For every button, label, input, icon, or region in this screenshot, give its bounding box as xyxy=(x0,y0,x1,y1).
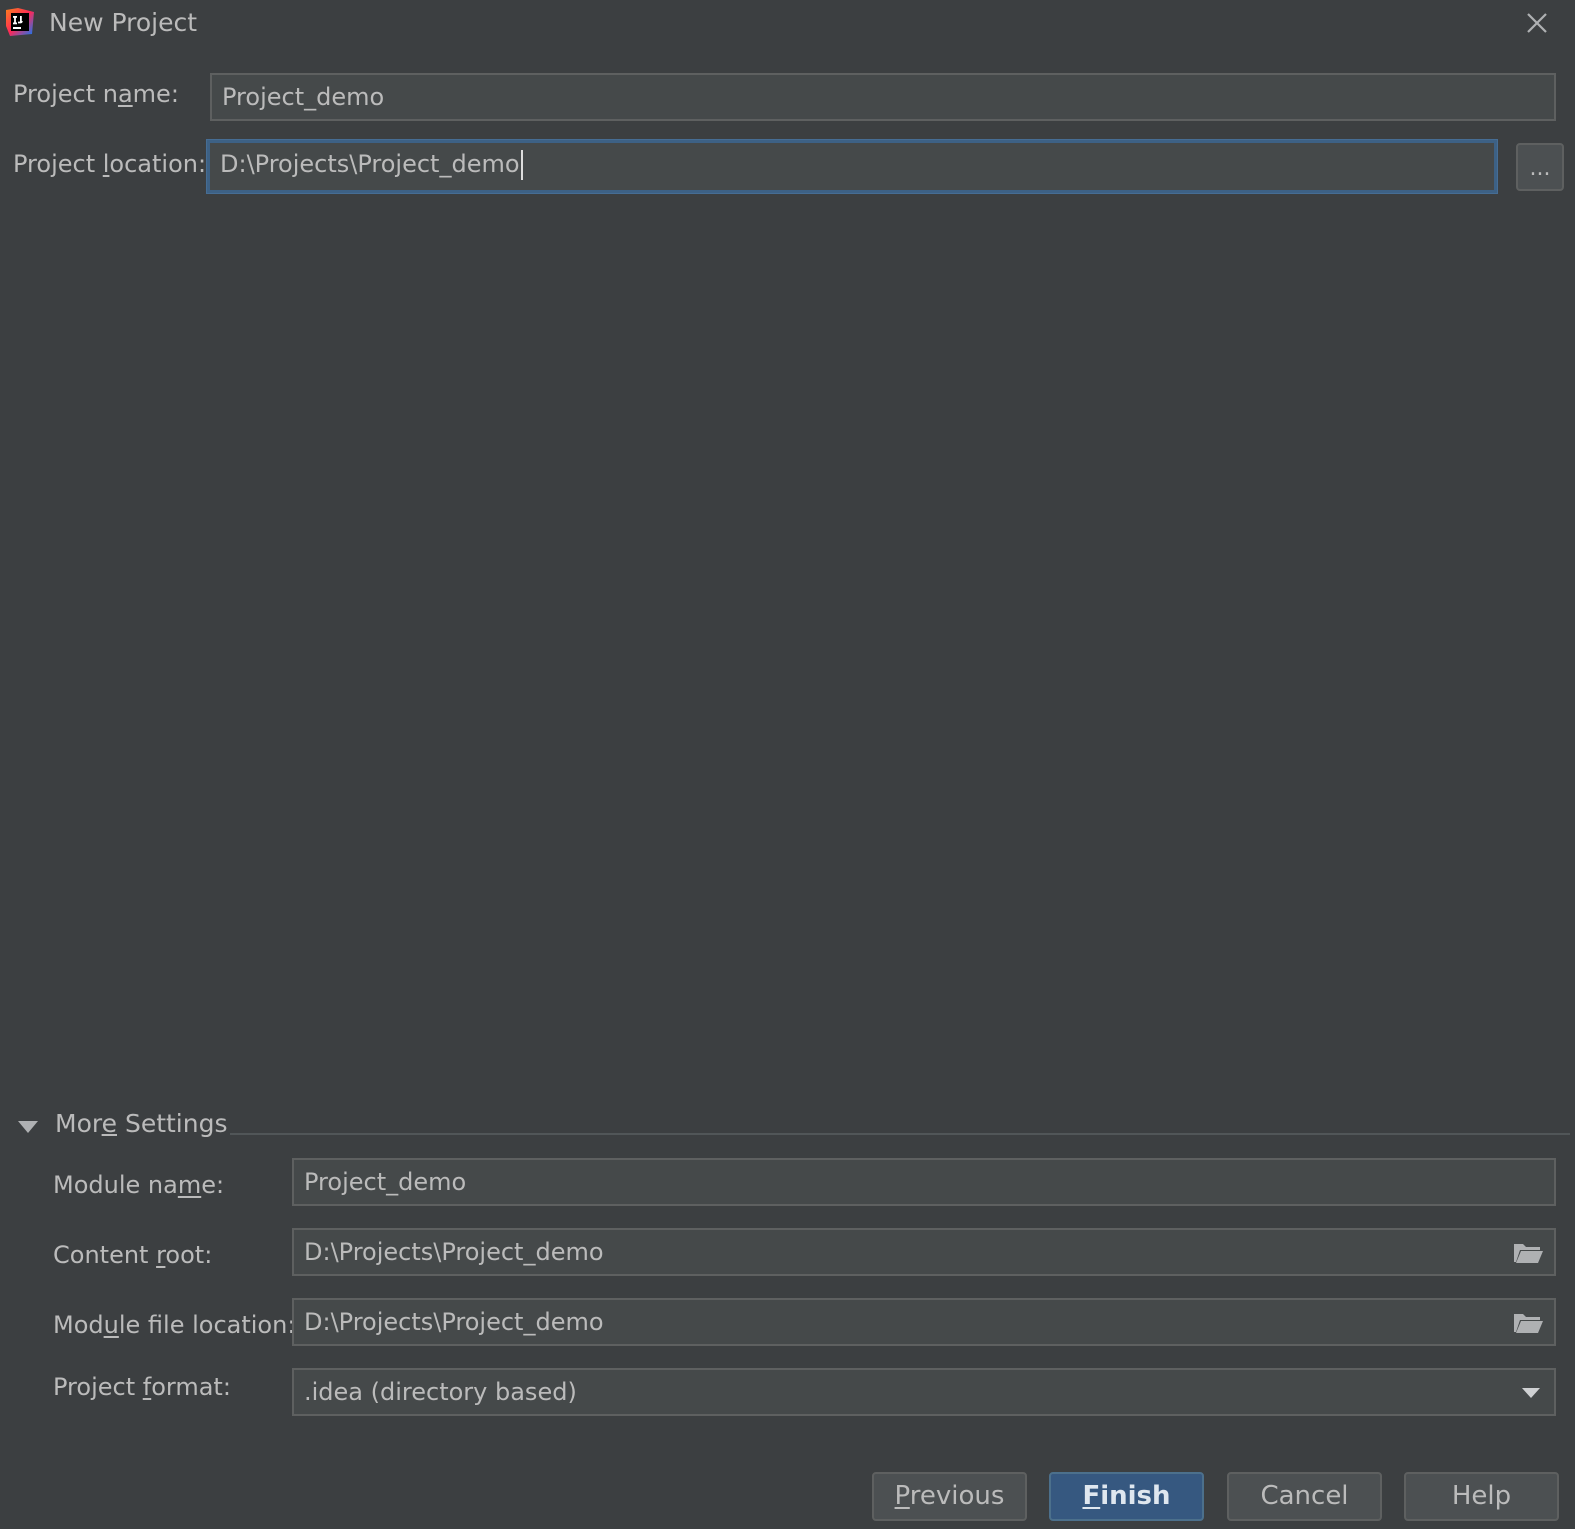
content-root-input[interactable]: D:\Projects\Project_demo xyxy=(292,1228,1556,1276)
project-name-input[interactable]: Project_demo xyxy=(210,73,1556,121)
close-icon[interactable] xyxy=(1522,8,1552,38)
module-file-location-input[interactable]: D:\Projects\Project_demo xyxy=(292,1298,1556,1346)
more-settings-label: More Settings xyxy=(55,1109,228,1138)
project-format-label: Project format: xyxy=(53,1373,231,1401)
chevron-down-icon xyxy=(1522,1388,1540,1398)
previous-button[interactable]: Previous xyxy=(872,1472,1027,1521)
folder-open-icon[interactable] xyxy=(1512,1240,1544,1266)
folder-open-icon[interactable] xyxy=(1512,1310,1544,1336)
content-root-label: Content root: xyxy=(53,1241,213,1269)
expand-triangle-icon xyxy=(18,1121,38,1133)
project-name-label: Project name: xyxy=(13,80,179,108)
intellij-idea-icon xyxy=(6,8,34,36)
module-name-label: Module name: xyxy=(53,1171,225,1199)
dialog-title: New Project xyxy=(49,8,198,37)
module-name-input[interactable]: Project_demo xyxy=(292,1158,1556,1206)
project-location-input[interactable]: D:\Projects\Project_demo xyxy=(206,139,1498,194)
project-format-select[interactable]: .idea (directory based) xyxy=(292,1368,1556,1416)
cancel-button[interactable]: Cancel xyxy=(1227,1472,1382,1521)
browse-button[interactable]: ... xyxy=(1516,143,1564,191)
project-location-label: Project location: xyxy=(13,150,207,178)
text-caret xyxy=(520,150,523,180)
more-settings-separator xyxy=(230,1133,1570,1135)
title-bar: New Project xyxy=(0,0,1575,48)
new-project-dialog: New Project Project name: Project_demo P… xyxy=(0,0,1575,1529)
finish-button[interactable]: Finish xyxy=(1049,1472,1204,1521)
help-button[interactable]: Help xyxy=(1404,1472,1559,1521)
module-file-location-label: Module file location: xyxy=(53,1311,296,1339)
